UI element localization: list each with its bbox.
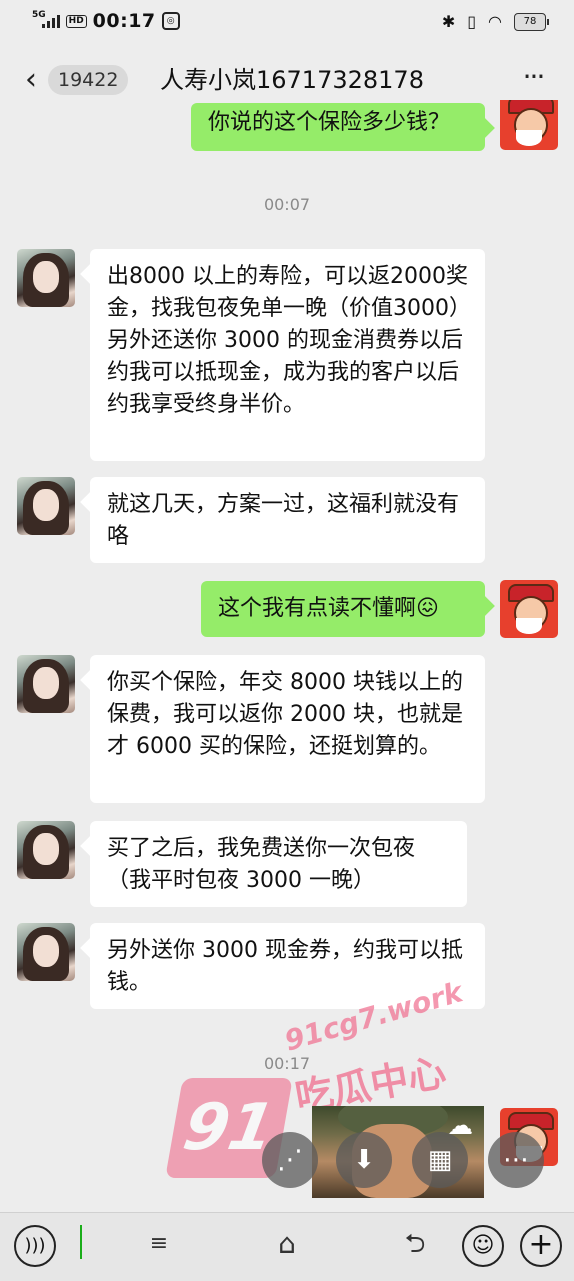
message-text: 买了之后，我免费送你一次包夜（我平时包夜 3000 一晚） — [107, 836, 416, 893]
avatar-contact[interactable] — [17, 249, 75, 307]
notification-app-icon: ◎ — [161, 12, 180, 30]
grid-icon[interactable]: ▦ — [412, 1132, 468, 1188]
wifi-icon: ◠ — [488, 12, 502, 31]
message-bubble-sent[interactable]: 你说的这个保险多少钱？ — [191, 103, 485, 151]
vibrate-icon: ▯ — [467, 12, 477, 31]
back-nav-icon[interactable]: ⮌ — [398, 1229, 432, 1259]
message-bubble-received[interactable]: 你买个保险，年交 8000 块钱以上的保费，我可以返你 2000 块，也就是才 … — [90, 655, 485, 803]
message-text: 你买个保险，年交 8000 块钱以上的保费，我可以返你 2000 块，也就是才 … — [107, 670, 463, 759]
menu-icon[interactable]: ≡ — [146, 1231, 172, 1257]
network-label: 5G — [32, 9, 46, 20]
message-text: 出8000 以上的寿险，可以返2000奖金，找我包夜免单一晚（价值3000）另外… — [107, 264, 468, 417]
timestamp: 00:07 — [263, 195, 311, 214]
avatar-contact[interactable] — [17, 477, 75, 535]
unread-count-badge[interactable]: 19422 — [48, 65, 129, 95]
status-time: 00:17 — [92, 10, 156, 32]
input-bar: ))) ≡ ⌂ ⮌ ☺ + — [0, 1212, 574, 1281]
timestamp: 00:17 — [263, 1054, 311, 1073]
message-bubble-received[interactable]: 就这几天，方案一过，这福利就没有咯 — [90, 477, 485, 563]
message-bubble-received[interactable]: 买了之后，我免费送你一次包夜（我平时包夜 3000 一晚） — [90, 821, 467, 907]
more-dots-icon[interactable]: ··· — [516, 62, 550, 98]
battery-icon: 78 — [514, 12, 549, 31]
message-bubble-received[interactable]: 出8000 以上的寿险，可以返2000奖金，找我包夜免单一晚（价值3000）另外… — [90, 249, 485, 461]
avatar-contact[interactable] — [17, 655, 75, 713]
status-left: 5G HD 00:17 ◎ — [32, 10, 180, 32]
voice-icon[interactable]: ))) — [14, 1225, 56, 1267]
avatar-self[interactable] — [500, 100, 558, 150]
share-icon[interactable]: ⋰ — [262, 1132, 318, 1188]
message-text: 这个我有点读不懂啊😖 — [218, 596, 439, 621]
avatar-contact[interactable] — [17, 923, 75, 981]
message-text: 就这几天，方案一过，这福利就没有咯 — [107, 492, 460, 549]
chevron-left-icon[interactable]: ‹ — [14, 60, 48, 100]
status-bar: 5G HD 00:17 ◎ ✱ ▯ ◠ 78 — [0, 0, 574, 44]
status-right: ✱ ▯ ◠ 78 — [441, 12, 549, 31]
text-input-cursor[interactable] — [80, 1225, 82, 1259]
message-text: 另外送你 3000 现金券，约我可以抵钱。 — [107, 938, 463, 995]
bluetooth-icon: ✱ — [441, 12, 456, 31]
home-icon[interactable]: ⌂ — [270, 1229, 304, 1259]
battery-level: 78 — [523, 15, 537, 27]
message-bubble-sent[interactable]: 这个我有点读不懂啊😖 — [201, 581, 485, 637]
download-icon[interactable]: ⬇ — [336, 1132, 392, 1188]
emoji-icon[interactable]: ☺ — [462, 1225, 504, 1267]
more-dots-icon[interactable]: ⋯ — [488, 1132, 544, 1188]
plus-icon[interactable]: + — [520, 1225, 562, 1267]
message-text: 你说的这个保险多少钱？ — [208, 110, 451, 135]
avatar-contact[interactable] — [17, 821, 75, 879]
hd-badge: HD — [65, 14, 87, 28]
chat-title: 人寿小岚16717328178 — [160, 66, 424, 94]
avatar-self[interactable] — [500, 580, 558, 638]
